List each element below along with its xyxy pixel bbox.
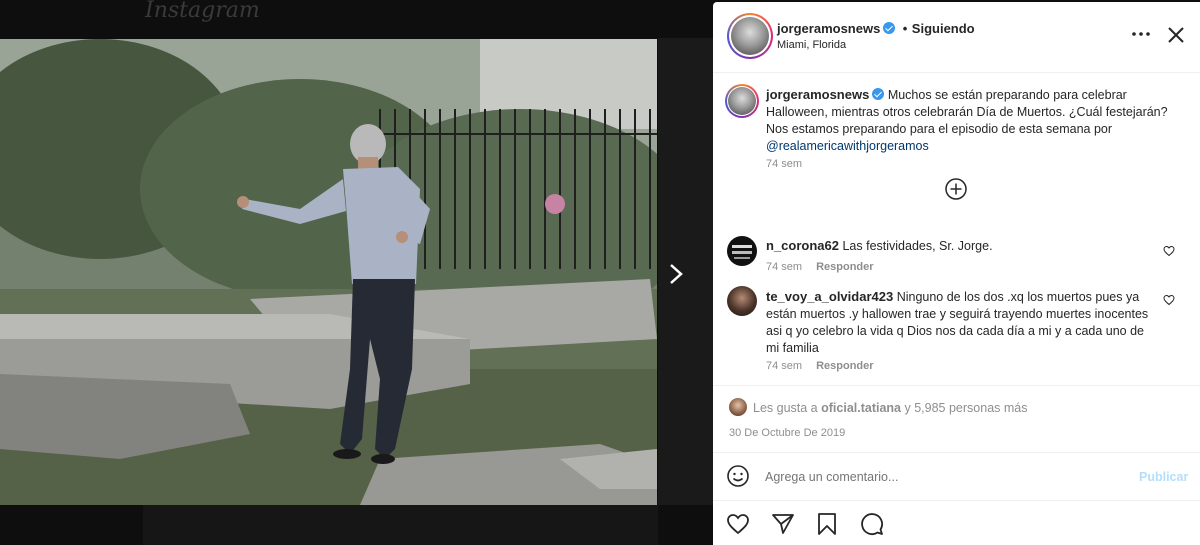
author-avatar[interactable] bbox=[727, 13, 773, 59]
heart-icon bbox=[727, 514, 749, 535]
comment: n_corona62 Las festividades, Sr. Jorge. bbox=[766, 237, 1156, 255]
comment-time[interactable]: 74 sem bbox=[766, 261, 802, 273]
caption-mention[interactable]: @realamericawithjorgeramos bbox=[766, 139, 929, 153]
plus-circle-icon bbox=[945, 178, 967, 200]
instagram-logo: Instagram bbox=[145, 0, 260, 23]
more-options-button[interactable] bbox=[1130, 24, 1152, 44]
header-separator: • bbox=[902, 21, 908, 36]
caption-time[interactable]: 74 sem bbox=[766, 158, 802, 170]
verified-icon bbox=[883, 22, 896, 34]
reply-button[interactable]: Responder bbox=[816, 261, 873, 273]
comment-text: Las festividades, Sr. Jorge. bbox=[842, 239, 993, 253]
likes-suffix: y 5,985 personas más bbox=[904, 401, 1028, 415]
send-icon bbox=[772, 514, 794, 534]
comment-username[interactable]: n_corona62 bbox=[766, 238, 839, 253]
comment-meta: 74 sem Responder bbox=[766, 360, 874, 372]
divider bbox=[713, 452, 1200, 453]
load-more-comments-button[interactable] bbox=[944, 177, 968, 201]
like-button[interactable] bbox=[726, 512, 750, 536]
caption-text: jorgeramosnews Muchos se están preparand… bbox=[766, 86, 1186, 155]
comment-meta: 74 sem Responder bbox=[766, 261, 874, 273]
heart-icon[interactable] bbox=[1163, 294, 1175, 306]
post-date[interactable]: 30 De Octubre De 2019 bbox=[729, 427, 845, 439]
post-side-panel: jorgeramosnews • Siguiendo Miami, Florid… bbox=[713, 2, 1200, 545]
post-photo-illustration bbox=[0, 39, 657, 505]
likes-summary[interactable]: Les gusta a oficial.tatiana y 5,985 pers… bbox=[753, 400, 1028, 417]
post-location[interactable]: Miami, Florida bbox=[777, 39, 846, 51]
comment-time[interactable]: 74 sem bbox=[766, 360, 802, 372]
close-icon bbox=[1168, 27, 1184, 43]
emoji-button[interactable] bbox=[726, 464, 750, 488]
divider bbox=[713, 385, 1200, 386]
save-button[interactable] bbox=[815, 512, 839, 536]
header-user-line: jorgeramosnews • Siguiendo bbox=[777, 20, 975, 38]
liker-avatar[interactable] bbox=[729, 398, 747, 416]
caption-username[interactable]: jorgeramosnews bbox=[766, 87, 869, 102]
next-photo-button[interactable] bbox=[664, 258, 688, 290]
heart-icon[interactable] bbox=[1163, 245, 1175, 257]
comment-input[interactable] bbox=[763, 466, 1127, 488]
comment-icon bbox=[861, 513, 883, 535]
post-photo[interactable] bbox=[0, 39, 657, 505]
close-button[interactable] bbox=[1166, 25, 1186, 45]
comment-avatar[interactable] bbox=[727, 236, 757, 266]
likes-user[interactable]: oficial.tatiana bbox=[821, 401, 901, 415]
comment: te_voy_a_olvidar423 Ninguno de los dos .… bbox=[766, 288, 1154, 357]
header-username[interactable]: jorgeramosnews bbox=[777, 21, 880, 36]
divider bbox=[713, 500, 1200, 501]
share-button[interactable] bbox=[771, 512, 795, 536]
reply-button[interactable]: Responder bbox=[816, 360, 873, 372]
background-feed-strip bbox=[143, 505, 658, 545]
chevron-right-icon bbox=[670, 264, 683, 284]
comment-avatar[interactable] bbox=[727, 286, 757, 316]
bookmark-icon bbox=[818, 513, 836, 535]
more-icon bbox=[1132, 32, 1150, 36]
publish-button[interactable]: Publicar bbox=[1139, 470, 1188, 484]
emoji-icon bbox=[727, 465, 749, 487]
follow-status[interactable]: Siguiendo bbox=[912, 21, 975, 36]
likes-prefix: Les gusta a bbox=[753, 401, 818, 415]
post-header: jorgeramosnews • Siguiendo Miami, Florid… bbox=[713, 2, 1200, 73]
caption-avatar[interactable] bbox=[725, 84, 759, 118]
verified-icon bbox=[872, 88, 885, 100]
comment-username[interactable]: te_voy_a_olvidar423 bbox=[766, 289, 893, 304]
comment-button[interactable] bbox=[860, 512, 884, 536]
